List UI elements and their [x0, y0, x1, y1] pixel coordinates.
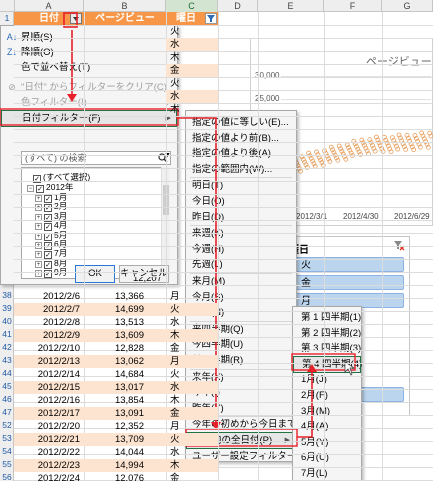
date-cell[interactable]: 2012/2/16	[14, 394, 84, 407]
weekday-cell[interactable]: 水	[166, 446, 218, 459]
pageview-cell[interactable]: 13,609	[84, 329, 166, 342]
pageview-cell[interactable]: 13,062	[84, 355, 166, 368]
pageview-cell[interactable]: 12,352	[84, 420, 166, 433]
weekday-cell[interactable]: 火	[166, 368, 218, 381]
weekday-cell[interactable]: 金	[166, 342, 218, 355]
weekday-cell[interactable]: 金	[166, 472, 218, 481]
pageview-cell[interactable]: 13,017	[84, 381, 166, 394]
weekday-cell[interactable]: 火	[166, 433, 218, 446]
weekday-cell[interactable]: 水	[166, 316, 218, 329]
weekday-cell[interactable]: 月	[166, 420, 218, 433]
date-cell[interactable]: 2012/2/22	[14, 446, 84, 459]
date-cell[interactable]: 2012/2/10	[14, 342, 84, 355]
pageview-cell[interactable]: 14,684	[84, 368, 166, 381]
weekday-cell[interactable]: 金	[166, 64, 218, 77]
weekday-cell[interactable]: 木	[166, 103, 218, 116]
date-cell[interactable]: 2012/2/9	[14, 329, 84, 342]
date-cell[interactable]: 2012/2/6	[14, 290, 84, 303]
weekday-cell[interactable]: 水	[166, 90, 218, 103]
weekday-cell[interactable]: 金	[166, 407, 218, 420]
weekday-cell[interactable]: 火	[166, 25, 218, 38]
date-cell[interactable]: 2012/2/8	[14, 316, 84, 329]
date-cell[interactable]: 2012/2/24	[14, 472, 84, 481]
date-cell[interactable]: 2012/2/23	[14, 459, 84, 472]
date-cell[interactable]: 2012/2/7	[14, 303, 84, 316]
pageview-cell[interactable]: 14,699	[84, 303, 166, 316]
pageview-cell[interactable]: 13,091	[84, 407, 166, 420]
date-cell[interactable]: 2012/2/13	[14, 355, 84, 368]
date-cell[interactable]: 2012/2/20	[14, 420, 84, 433]
excel-window: A B C D E F G 1 37 38 39 40 41 42 43 44 …	[0, 0, 433, 481]
weekday-cell[interactable]: 木	[166, 329, 218, 342]
date-cell[interactable]: 2012/2/17	[14, 407, 84, 420]
date-cell[interactable]: 2012/2/15	[14, 381, 84, 394]
pageview-cell[interactable]: 13,709	[84, 433, 166, 446]
pageview-cell[interactable]: 14,044	[84, 446, 166, 459]
pageview-cell[interactable]: 12,207	[84, 277, 164, 285]
weekday-cell[interactable]: 木	[166, 51, 218, 64]
weekday-cell[interactable]: 火	[166, 303, 218, 316]
pageview-cell[interactable]: 13,513	[84, 316, 166, 329]
pageview-cell[interactable]: 14,994	[84, 459, 166, 472]
weekday-cell[interactable]: 火	[166, 77, 218, 90]
date-cell[interactable]: 2012/2/3	[14, 277, 82, 290]
pageview-cell[interactable]: 12,828	[84, 342, 166, 355]
date-cell[interactable]: 2012/2/21	[14, 433, 84, 446]
weekday-cell[interactable]: 木	[166, 459, 218, 472]
weekday-cell[interactable]: 水	[166, 381, 218, 394]
pageview-cell[interactable]: 12,076	[84, 472, 166, 481]
pageview-cell[interactable]: 13,366	[84, 290, 166, 303]
weekday-cell[interactable]: 水	[166, 38, 218, 51]
pageview-cell[interactable]: 13,854	[84, 394, 166, 407]
weekday-cell[interactable]: 月	[166, 355, 218, 368]
weekday-cell[interactable]: 月	[166, 290, 218, 303]
weekday-cell[interactable]: 木	[166, 394, 218, 407]
date-cell[interactable]: 2012/2/14	[14, 368, 84, 381]
